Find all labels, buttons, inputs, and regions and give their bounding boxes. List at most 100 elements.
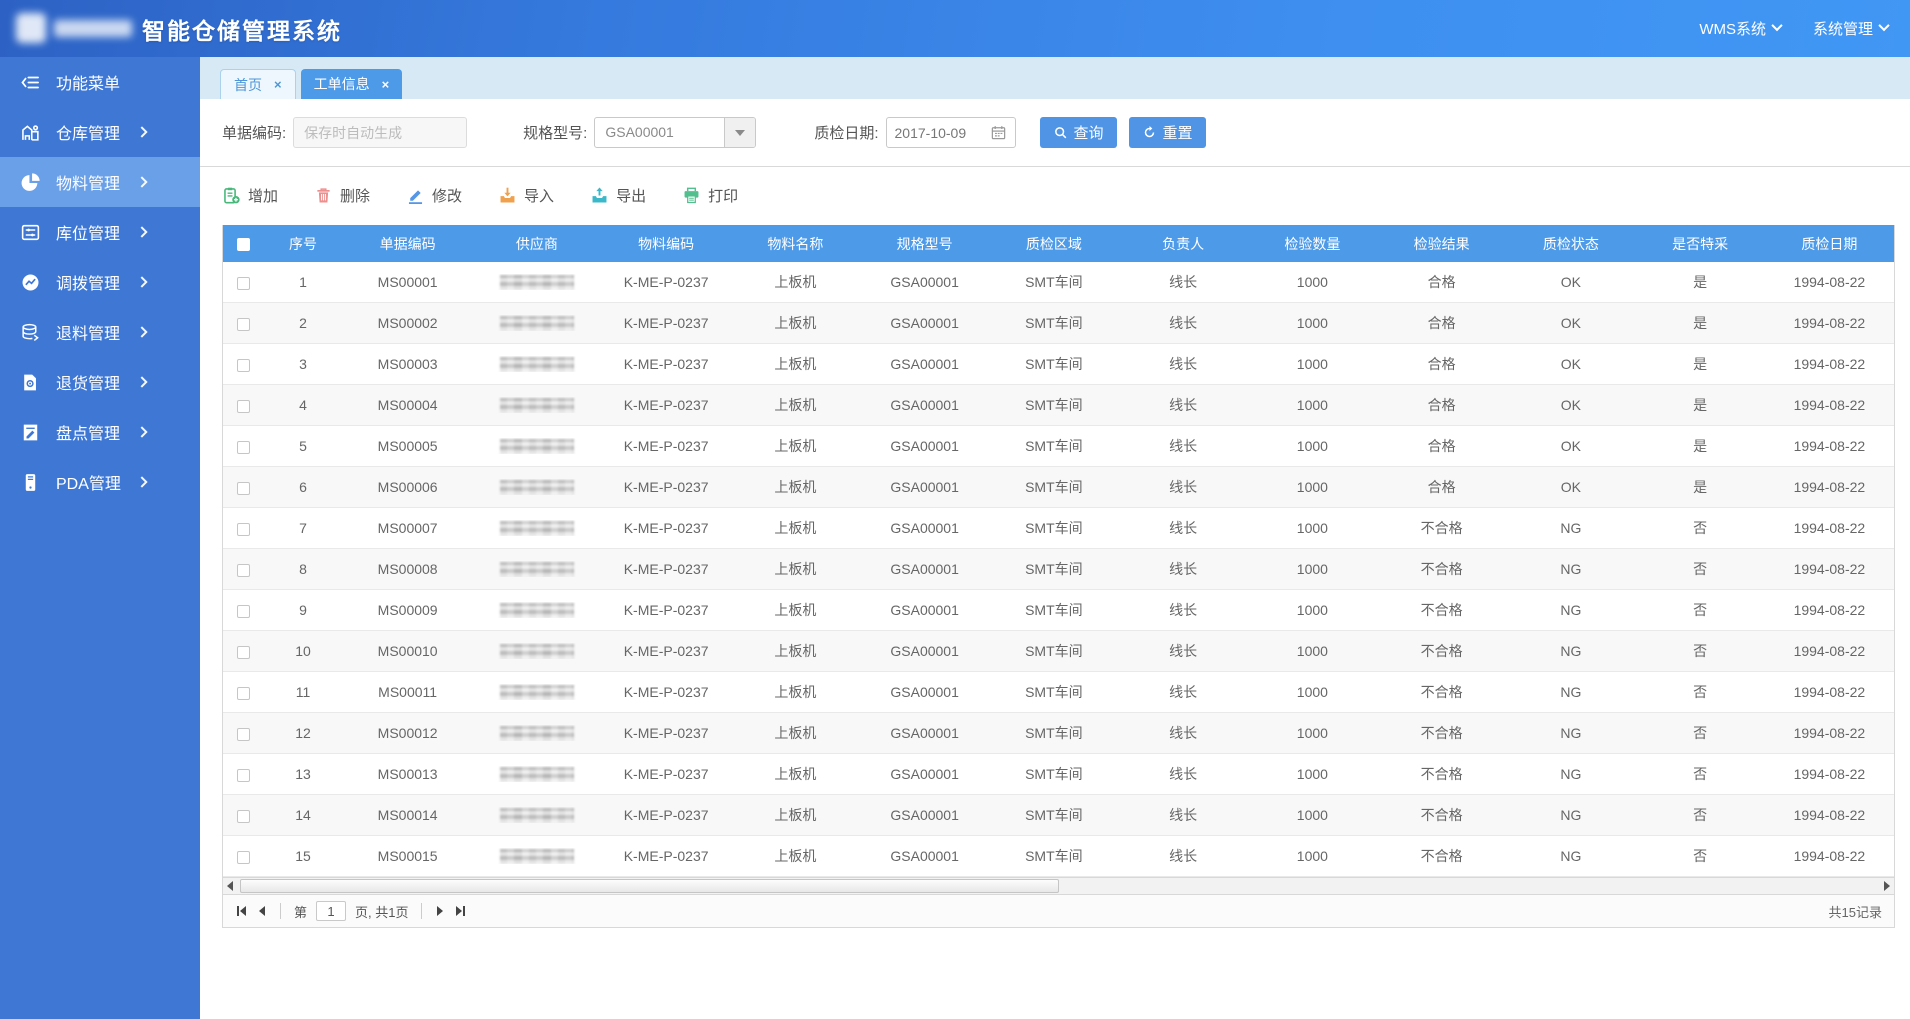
select-all-checkbox[interactable] [236,238,250,252]
cell-qty: 1000 [1296,561,1328,577]
cell-manager: 线长 [1169,397,1198,413]
row-checkbox[interactable] [236,809,250,823]
row-checkbox[interactable] [236,686,250,700]
tab-home[interactable]: 首页 × [220,69,296,99]
cell-status: NG [1560,766,1582,782]
next-page-button[interactable] [435,904,445,918]
sidebar-item-label: 库位管理 [56,226,121,243]
horizontal-scrollbar[interactable] [223,877,1894,894]
cell-manager: 线长 [1169,848,1198,864]
cell-index: 2 [299,315,307,331]
table-row: 3 MS00003 K-ME-P-0237 上板机 GSA00001 SMT车间 线长 100… [223,344,1894,385]
cell-qty: 1000 [1296,684,1328,700]
sidebar-item-stocktaking[interactable]: 盘点管理 [0,407,200,457]
close-icon[interactable]: × [382,77,390,92]
spec-model-select[interactable]: GSA00001 [594,117,757,148]
cell-order-code: MS00014 [377,807,438,823]
redacted-supplier-text [499,521,574,537]
menu-wms-system[interactable]: WMS系统 [1699,18,1783,39]
sidebar-item-function-menu[interactable]: 功能菜单 [0,57,200,107]
row-checkbox[interactable] [236,440,250,454]
prev-page-button[interactable] [257,904,267,918]
row-checkbox[interactable] [236,850,250,864]
cell-material-name: 上板机 [774,315,817,331]
cell-spec-model: GSA00001 [890,356,959,372]
divider [421,903,423,919]
close-icon[interactable]: × [274,77,282,92]
printer-icon [682,186,701,205]
last-page-button[interactable] [454,904,467,918]
row-checkbox[interactable] [236,399,250,413]
row-select-cell [223,520,263,536]
cell-order-code: MS00012 [377,725,438,741]
menu-admin-label: 系统管理 [1812,21,1873,38]
sidebar-item-material[interactable]: 物料管理 [0,157,200,207]
column-header: 负责人 [1162,235,1205,252]
sidebar-item-material-return[interactable]: 退料管理 [0,307,200,357]
menu-system-admin[interactable]: 系统管理 [1812,18,1890,39]
export-button[interactable]: 导出 [590,185,646,206]
qc-date-input[interactable] [894,124,979,141]
page-prefix-label: 第 [294,904,308,920]
sidebar-item-transfer[interactable]: 调拨管理 [0,257,200,307]
row-checkbox[interactable] [236,276,250,290]
cell-material-name: 上板机 [774,479,817,495]
tab-work-order-info[interactable]: 工单信息 × [300,69,403,99]
cell-manager: 线长 [1169,356,1198,372]
calendar-icon[interactable] [990,124,1007,141]
sidebar-item-warehouse[interactable]: 仓库管理 [0,107,200,157]
row-checkbox[interactable] [236,645,250,659]
app-title: 智能仓储管理系统 [142,17,342,44]
import-button[interactable]: 导入 [498,185,554,206]
row-select-cell [223,807,263,823]
cell-result: 合格 [1427,438,1456,454]
table-row: 13 MS00013 K-ME-P-0237 上板机 GSA00001 SMT车间 线长 10… [223,754,1894,795]
delete-button[interactable]: 删除 [314,185,370,206]
reset-button[interactable]: 重置 [1128,117,1206,148]
cell-manager: 线长 [1169,438,1198,454]
sidebar-item-pda[interactable]: PDA管理 [0,457,200,507]
cell-index: 8 [299,561,307,577]
export-button-label: 导出 [616,187,647,205]
scrollbar-thumb[interactable] [240,879,1059,893]
sidebar-item-goods-return[interactable]: 退货管理 [0,357,200,407]
dropdown-button[interactable] [724,118,756,147]
cell-supplier [472,643,601,660]
column-header: 质检状态 [1542,235,1599,252]
row-checkbox[interactable] [236,481,250,495]
tab-bar: 首页 × 工单信息 × [200,57,1910,99]
top-header: 智能仓储管理系统 WMS系统 系统管理 [0,0,1910,57]
cell-material-name: 上板机 [774,561,817,577]
qc-date-field[interactable] [885,117,1016,148]
sidebar-item-label: 调拨管理 [56,276,121,293]
cell-material-code: K-ME-P-0237 [623,438,709,454]
scroll-right-arrow-icon[interactable] [1884,881,1890,891]
row-checkbox[interactable] [236,522,250,536]
row-checkbox[interactable] [236,727,250,741]
cell-material-name: 上板机 [774,848,817,864]
cell-order-code: MS00003 [377,356,438,372]
cell-result: 不合格 [1420,848,1463,864]
scroll-left-arrow-icon[interactable] [227,881,233,891]
sidebar-item-location[interactable]: 库位管理 [0,207,200,257]
row-checkbox[interactable] [236,563,250,577]
row-checkbox[interactable] [236,768,250,782]
first-page-button[interactable] [235,904,248,918]
row-checkbox[interactable] [236,358,250,372]
search-button[interactable]: 查询 [1039,117,1117,148]
cell-qc-date: 1994-08-22 [1793,479,1866,495]
cell-qc-date: 1994-08-22 [1793,356,1866,372]
cell-supplier [472,848,601,865]
cell-special: 否 [1693,643,1708,659]
edit-button[interactable]: 修改 [406,185,462,206]
add-button[interactable]: 增加 [222,185,278,206]
page-number-input[interactable] [316,901,347,921]
row-checkbox[interactable] [236,317,250,331]
cell-supplier [472,520,601,537]
order-code-input[interactable] [293,117,468,148]
cell-qc-date: 1994-08-22 [1793,438,1866,454]
cell-qty: 1000 [1296,602,1328,618]
print-button[interactable]: 打印 [682,185,738,206]
row-checkbox[interactable] [236,604,250,618]
cell-material-name: 上板机 [774,766,817,782]
